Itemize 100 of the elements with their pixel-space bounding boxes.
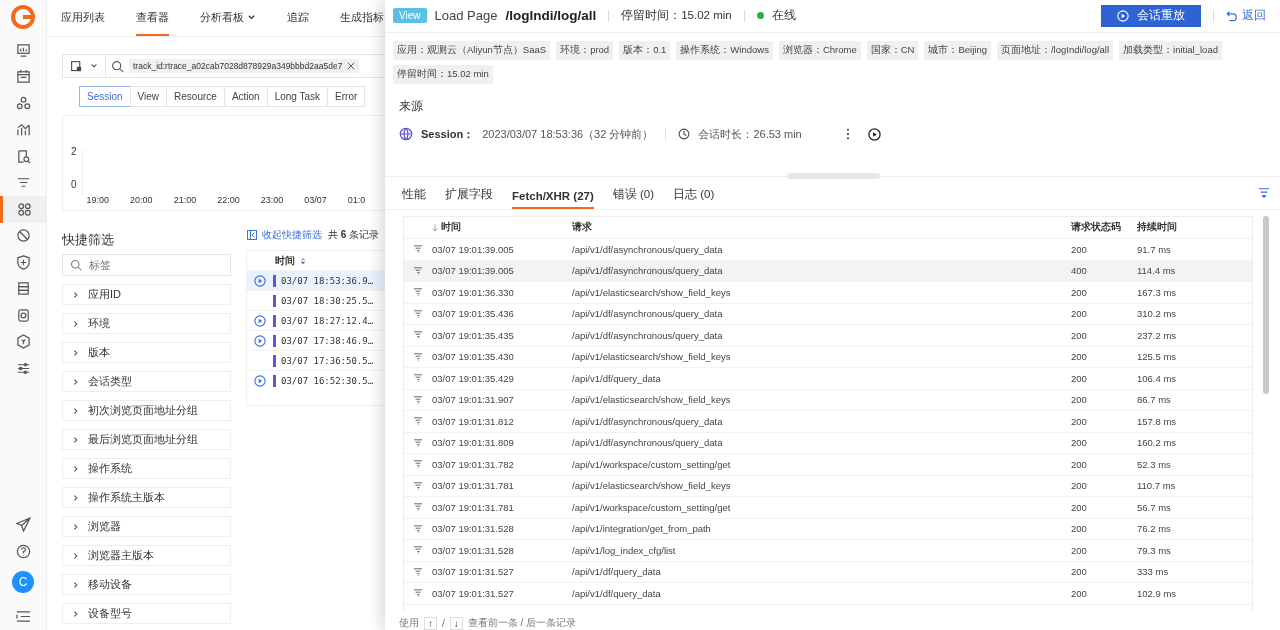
detail-tab[interactable]: 扩展字段	[445, 187, 493, 209]
send-icon[interactable]	[15, 517, 31, 532]
nav-tab[interactable]: 分析看板	[200, 0, 256, 36]
nav-tab[interactable]: 追踪	[287, 0, 309, 36]
column-header[interactable]: 持续时间	[1137, 221, 1247, 234]
column-header[interactable]: 时间	[275, 253, 295, 268]
waterfall-icon	[413, 395, 423, 404]
filter-group[interactable]: 环境	[62, 313, 231, 334]
play-icon[interactable]	[867, 127, 881, 141]
scrollbar-thumb[interactable]	[1263, 216, 1269, 394]
request-row[interactable]: 03/07 19:01:31.528 /api/v1/integration/get_from_path 200 76.2 ms	[404, 518, 1252, 540]
table-cell-text: 03/07 19:01:35.430	[432, 351, 515, 363]
hint-text: 查看前一条 / 后一条记录	[467, 616, 577, 630]
type-tab[interactable]: View	[129, 86, 168, 107]
table-cell-text: 237.2 ms	[1137, 329, 1178, 341]
column-header[interactable]: 请求	[572, 221, 1071, 234]
table-cell-text: /api/v1/df/asynchronous/query_data	[572, 329, 724, 341]
collapse-icon	[246, 229, 258, 241]
request-row[interactable]: 03/07 19:01:31.527 /api/v1/df/query_data 200 333 ms	[404, 561, 1252, 583]
request-row[interactable]: 03/07 19:01:35.430 /api/v1/elasticsearch/show_field_keys 200 125.5 ms	[404, 346, 1252, 368]
menu-icon[interactable]	[15, 609, 31, 624]
filter-group[interactable]: 会话类型	[62, 371, 231, 392]
logo-icon[interactable]	[11, 5, 35, 29]
detail-tab[interactable]: 错误 (0)	[612, 187, 655, 209]
type-tab[interactable]: Session	[79, 86, 131, 107]
request-row[interactable]: 03/07 19:01:31.528 /api/v1/log_index_cfg/list 200 79.3 ms	[404, 540, 1252, 562]
request-row[interactable]: 03/07 19:01:39.005 /api/v1/df/asynchronous/query_data 400 114.4 ms	[404, 260, 1252, 282]
attribute-tag: 加载类型：initial_load	[1119, 40, 1222, 60]
filter-group[interactable]: 应用ID	[62, 284, 231, 305]
request-row[interactable]: 03/07 19:01:35.436 /api/v1/df/asynchronous/query_data 200 310.2 ms	[404, 303, 1252, 325]
table-cell-text: 03/07 19:01:35.435	[432, 329, 515, 341]
axis-label: 03/07	[304, 195, 327, 205]
request-row[interactable]: 03/07 19:01:35.429 /api/v1/df/query_data 200 106.4 ms	[404, 368, 1252, 390]
session-row[interactable]: 03/07 16:52:30.5…	[247, 370, 385, 390]
type-tab[interactable]: Action	[223, 86, 268, 107]
help-icon[interactable]	[15, 544, 31, 559]
table-cell-text: /api/v1/df/asynchronous/query_data	[572, 415, 724, 427]
tag-search-field[interactable]: 标签	[62, 254, 231, 276]
sort-icon[interactable]	[299, 255, 307, 266]
filter-group[interactable]: 浏览器	[62, 516, 231, 537]
table-cell-text: 200	[1071, 480, 1088, 492]
axis-label: 21:00	[173, 195, 197, 205]
document-icon	[70, 59, 83, 73]
request-row[interactable]: 03/07 19:01:31.781 /api/v1/elasticsearch/show_field_keys 200 110.7 ms	[404, 475, 1252, 497]
filter-group[interactable]: 设备型号	[62, 603, 231, 624]
request-row[interactable]: 03/07 19:01:31.781 /api/v1/workspace/custom_setting/get 200 56.7 ms	[404, 497, 1252, 519]
column-header[interactable]: 时间	[432, 221, 572, 234]
hint-text: /	[442, 617, 445, 629]
sort-down-icon[interactable]	[432, 223, 438, 232]
filter-group[interactable]: 操作系统主版本	[62, 487, 231, 508]
nav-tab[interactable]: 应用列表	[61, 0, 105, 36]
search-chip[interactable]: track_id:rtrace_a02cab7028d878929a349bbbd2aa5de7	[129, 59, 360, 73]
request-row[interactable]: 03/07 19:01:36.330 /api/v1/elasticsearch/show_field_keys 200 167.3 ms	[404, 282, 1252, 304]
detail-tab[interactable]: 性能	[402, 187, 426, 209]
nav-tab[interactable]: 查看器	[136, 0, 169, 36]
collapse-filter-link[interactable]: 收起快捷筛选	[246, 228, 322, 242]
table-cell-text: 91.7 ms	[1137, 243, 1172, 255]
request-row[interactable]: 03/07 19:01:31.907 /api/v1/elasticsearch/show_field_keys 200 86.7 ms	[404, 389, 1252, 411]
filter-group[interactable]: 移动设备	[62, 574, 231, 595]
nav-tab[interactable]: 生成指标	[340, 0, 384, 36]
session-row[interactable]: 03/07 18:27:12.4…	[247, 310, 385, 330]
detail-tab[interactable]: Fetch/XHR (27)	[512, 190, 594, 209]
filter-group[interactable]: 最后浏览页面地址分组	[62, 429, 231, 450]
request-row[interactable]: 03/07 19:01:39.005 /api/v1/df/asynchronous/query_data 200 91.7 ms	[404, 239, 1252, 261]
table-cell-text: /api/v1/df/asynchronous/query_data	[572, 308, 724, 320]
table-cell-text: 200	[1071, 501, 1088, 513]
session-row[interactable]: 03/07 18:53:36.9…	[247, 270, 385, 290]
grid-icon[interactable]	[0, 196, 46, 223]
detail-tab[interactable]: 日志 (0)	[673, 187, 715, 209]
filter-group[interactable]: 操作系统	[62, 458, 231, 479]
table-cell-text: 03/07 19:01:31.528	[432, 544, 515, 556]
chevron-icon	[72, 493, 80, 502]
session-time: 03/07 18:27:12.4…	[281, 315, 374, 326]
waterfall-icon	[413, 266, 423, 275]
request-row[interactable]: 03/07 19:01:35.435 /api/v1/df/asynchronous/query_data 200 237.2 ms	[404, 325, 1252, 347]
type-badge: View	[393, 8, 427, 24]
request-row[interactable]: 03/07 19:01:31.809 /api/v1/df/asynchronous/query_data 200 160.2 ms	[404, 432, 1252, 454]
waterfall-icon	[413, 352, 423, 361]
attribute-tag: 页面地址：/logIndi/log/all	[996, 40, 1114, 60]
waterfall-icon	[413, 460, 423, 469]
waterfall-icon	[413, 567, 423, 576]
request-row[interactable]: 03/07 19:01:31.782 /api/v1/workspace/custom_setting/get 200 52.3 ms	[404, 454, 1252, 476]
column-header[interactable]: 请求状态码	[1071, 221, 1137, 234]
replay-button[interactable]: 会话重放	[1101, 4, 1201, 27]
filter-group[interactable]: 浏览器主版本	[62, 545, 231, 566]
status-text: 在线	[771, 8, 796, 24]
type-tab[interactable]: Resource	[166, 86, 225, 107]
attribute-tag: 国家：CN	[866, 40, 919, 60]
session-row[interactable]: 03/07 17:38:46.9…	[247, 330, 385, 350]
back-link[interactable]: 返回	[1226, 7, 1266, 25]
type-tab[interactable]: Error	[327, 86, 366, 107]
request-row[interactable]: 03/07 19:01:31.527 /api/v1/df/query_data 200 102.9 ms	[404, 583, 1252, 605]
filter-icon[interactable]	[1258, 187, 1270, 199]
request-row[interactable]: 03/07 19:01:31.812 /api/v1/df/asynchronous/query_data 200 157.8 ms	[404, 411, 1252, 433]
filter-group[interactable]: 初次浏览页面地址分组	[62, 400, 231, 421]
close-icon[interactable]	[347, 62, 356, 70]
resize-handle[interactable]	[787, 173, 880, 180]
filter-group[interactable]: 版本	[62, 342, 231, 363]
type-tab[interactable]: Long Task	[266, 86, 329, 107]
more-icon[interactable]	[845, 128, 850, 141]
